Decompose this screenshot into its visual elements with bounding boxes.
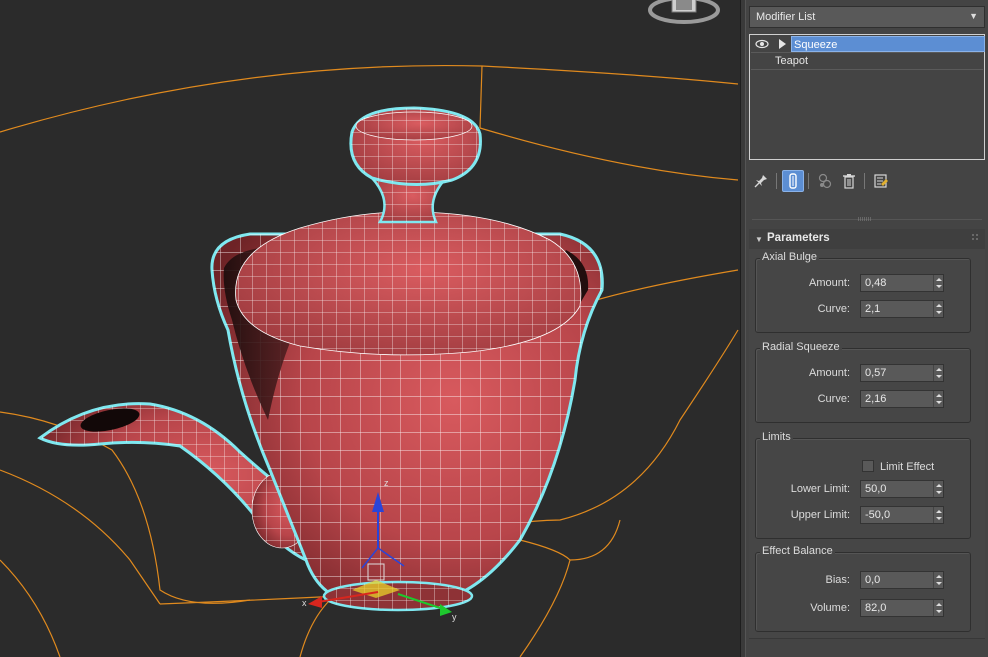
- modifier-stack[interactable]: Squeeze Teapot: [749, 34, 985, 160]
- volume-row: Volume: 82,0: [756, 599, 972, 617]
- trash-icon: [843, 174, 855, 189]
- svg-text:z: z: [384, 478, 389, 488]
- make-unique-button[interactable]: [814, 170, 836, 192]
- stack-item-teapot[interactable]: Teapot: [751, 53, 983, 70]
- field-label: Bias:: [825, 574, 850, 586]
- spinner-arrows[interactable]: [933, 365, 943, 381]
- field-label: Curve:: [817, 393, 850, 405]
- field-label: Curve:: [817, 303, 850, 315]
- rollout-title: Parameters: [767, 232, 830, 244]
- spinner-arrows[interactable]: [933, 391, 943, 407]
- teapot-base: [322, 580, 474, 612]
- group-title: Radial Squeeze: [760, 341, 842, 353]
- parameters-rollout-header[interactable]: ▼ Parameters: [749, 229, 985, 249]
- svg-text:x: x: [302, 598, 307, 608]
- axial-curve-row: Curve: 2,1: [756, 300, 972, 318]
- configure-modifier-sets-icon: [874, 174, 888, 188]
- axial-amount-row: Amount: 0,48: [756, 274, 972, 292]
- stack-item-label: Squeeze: [791, 36, 985, 52]
- eye-icon[interactable]: [755, 38, 769, 50]
- bias-row: Bias: 0,0: [756, 571, 972, 589]
- group-title: Axial Bulge: [760, 251, 820, 263]
- perspective-viewport[interactable]: z x y: [0, 0, 740, 657]
- toolbar-separator: [776, 173, 777, 189]
- modifier-list-label: Modifier List: [756, 11, 816, 23]
- field-label: Amount:: [809, 277, 850, 289]
- svg-text:y: y: [452, 612, 457, 622]
- axial-bulge-group: Axial Bulge Amount: 0,48 Curve: 2,1: [755, 251, 972, 333]
- field-label: Lower Limit:: [790, 483, 850, 495]
- spinner-arrows[interactable]: [933, 275, 943, 291]
- collapse-triangle-icon: ▼: [755, 235, 763, 244]
- radial-amount-row: Amount: 0,57: [756, 364, 972, 382]
- upper-limit-spinner[interactable]: -50,0: [860, 506, 944, 524]
- axial-amount-spinner[interactable]: 0,48: [860, 274, 944, 292]
- make-unique-icon: [818, 173, 832, 189]
- pin-stack-button[interactable]: [750, 170, 772, 192]
- limit-effect-row: Limit Effect: [756, 458, 972, 476]
- remove-modifier-button[interactable]: [838, 170, 860, 192]
- bias-spinner[interactable]: 0,0: [860, 571, 944, 589]
- upper-limit-row: Upper Limit: -50,0: [756, 506, 972, 524]
- spinner-value[interactable]: 0,48: [865, 277, 886, 289]
- limits-group: Limits Limit Effect Lower Limit: 50,0 Up…: [755, 431, 972, 539]
- group-title: Limits: [760, 431, 793, 443]
- spinner-value[interactable]: 82,0: [865, 602, 886, 614]
- configure-modifier-sets-button[interactable]: [870, 170, 892, 192]
- lower-limit-spinner[interactable]: 50,0: [860, 480, 944, 498]
- spinner-arrows[interactable]: [933, 301, 943, 317]
- radial-squeeze-group: Radial Squeeze Amount: 0,57 Curve: 2,16: [755, 341, 972, 423]
- resize-grip-icon[interactable]: [858, 217, 872, 222]
- parameters-rollout: Axial Bulge Amount: 0,48 Curve: 2,1 Radi…: [749, 249, 985, 639]
- radial-curve-spinner[interactable]: 2,16: [860, 390, 944, 408]
- modifier-list-dropdown[interactable]: Modifier List ▼: [749, 6, 985, 28]
- spinner-arrows[interactable]: [933, 481, 943, 497]
- field-label: Upper Limit:: [790, 509, 850, 521]
- field-label: Amount:: [809, 367, 850, 379]
- stack-toolbar: [750, 170, 986, 194]
- spinner-arrows[interactable]: [933, 507, 943, 523]
- toolbar-separator: [864, 173, 865, 189]
- drag-handle-icon[interactable]: [971, 233, 979, 241]
- spinner-value[interactable]: 2,16: [865, 393, 886, 405]
- field-label: Volume:: [810, 602, 850, 614]
- stack-item-label: Teapot: [775, 55, 809, 67]
- spinner-value[interactable]: 0,0: [865, 574, 880, 586]
- pin-stack-icon: [754, 175, 767, 188]
- show-end-result-button[interactable]: [782, 170, 804, 192]
- limit-effect-label[interactable]: Limit Effect: [880, 461, 934, 473]
- spinner-value[interactable]: 2,1: [865, 303, 880, 315]
- spinner-value[interactable]: -50,0: [865, 509, 890, 521]
- chevron-down-icon: ▼: [969, 11, 978, 21]
- spinner-arrows[interactable]: [933, 572, 943, 588]
- axial-curve-spinner[interactable]: 2,1: [860, 300, 944, 318]
- command-panel: Modifier List ▼ Squeeze Teapot ▼ Paramet…: [746, 0, 988, 657]
- viewport-scene[interactable]: z x y: [0, 0, 740, 657]
- show-end-result-icon: [789, 173, 797, 189]
- radial-curve-row: Curve: 2,16: [756, 390, 972, 408]
- effect-balance-group: Effect Balance Bias: 0,0 Volume: 82,0: [755, 545, 972, 632]
- viewcube[interactable]: [648, 0, 720, 24]
- teapot-lid: [235, 106, 582, 356]
- spinner-arrows[interactable]: [933, 600, 943, 616]
- expand-triangle-icon[interactable]: [777, 38, 787, 50]
- limit-effect-checkbox[interactable]: [862, 460, 874, 472]
- group-title: Effect Balance: [760, 545, 835, 557]
- radial-amount-spinner[interactable]: 0,57: [860, 364, 944, 382]
- spinner-value[interactable]: 50,0: [865, 483, 886, 495]
- lower-limit-row: Lower Limit: 50,0: [756, 480, 972, 498]
- volume-spinner[interactable]: 82,0: [860, 599, 944, 617]
- panel-footer: [746, 639, 988, 657]
- stack-item-squeeze[interactable]: Squeeze: [751, 36, 985, 53]
- spinner-value[interactable]: 0,57: [865, 367, 886, 379]
- toolbar-separator: [808, 173, 809, 189]
